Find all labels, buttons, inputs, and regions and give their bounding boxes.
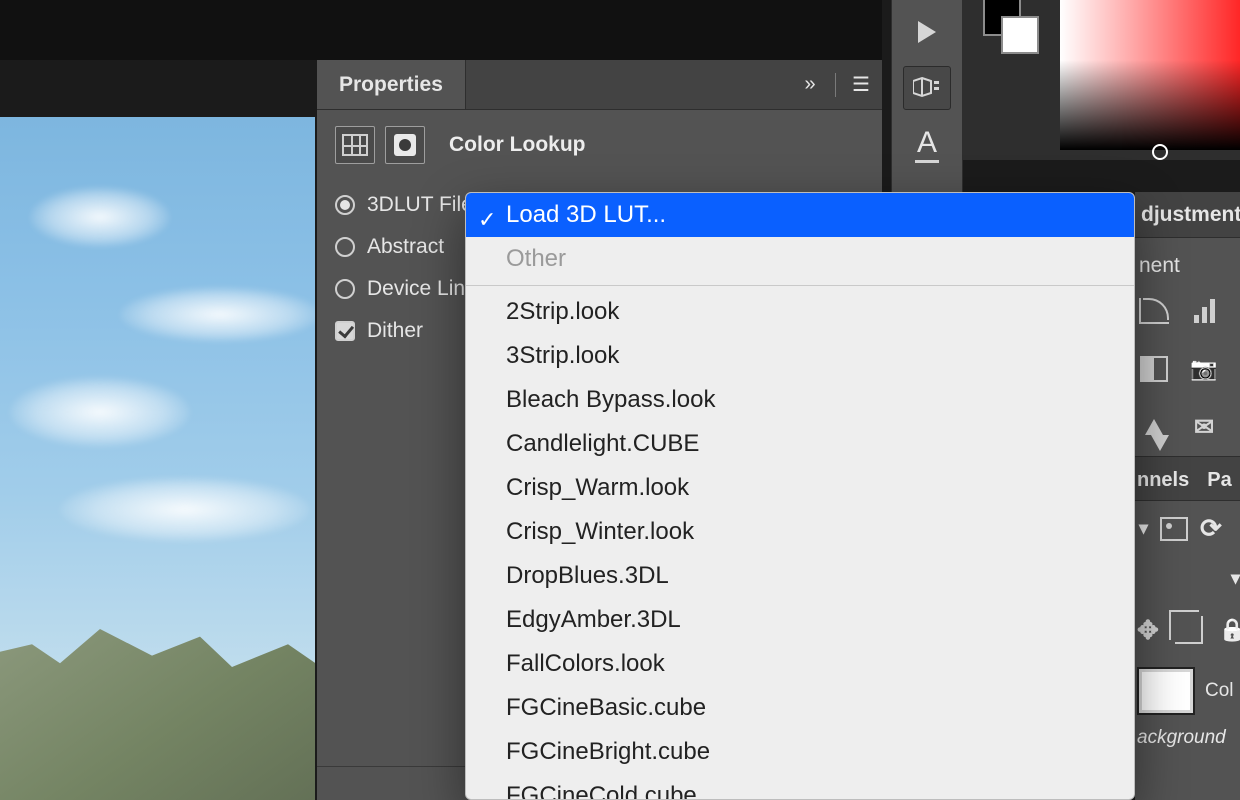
play-icon [918, 21, 936, 43]
image-thumb-icon[interactable] [1160, 517, 1188, 541]
type-tool-button[interactable]: A [903, 122, 951, 166]
chevron-down-icon: ▾ [1231, 568, 1240, 589]
dropdown-label: Candlelight.CUBE [506, 430, 699, 457]
chevron-down-icon: ▾ [1139, 518, 1148, 539]
check-icon: ✓ [478, 202, 496, 238]
dropdown-label: Crisp_Winter.look [506, 518, 694, 545]
color-picker-cursor-icon [1152, 144, 1168, 160]
dropdown-item[interactable]: FallColors.look [466, 642, 1134, 686]
dropdown-label: FGCineBright.cube [506, 738, 710, 765]
tab-paths[interactable]: Pa [1207, 469, 1231, 492]
adjustments-row-3 [1135, 398, 1240, 456]
radio-icon[interactable] [335, 237, 355, 257]
layer-label: Col [1205, 680, 1234, 702]
dropdown-item[interactable]: DropBlues.3DL [466, 554, 1134, 598]
background-swatch[interactable] [1001, 16, 1039, 54]
dropdown-item[interactable]: Bleach Bypass.look [466, 378, 1134, 422]
checkbox-icon[interactable] [335, 321, 355, 341]
dropdown-label: Crisp_Warm.look [506, 474, 689, 501]
right-tool-strip: A [891, 0, 963, 200]
app-top-bar [0, 0, 882, 60]
layer-color-lookup[interactable]: Col [1135, 659, 1240, 723]
adjustments-row-2 [1135, 340, 1240, 398]
play-button[interactable] [903, 10, 951, 54]
camera-icon[interactable] [1187, 354, 1221, 384]
dropdown-label: FallColors.look [506, 650, 665, 677]
adjustment-label: nent [1135, 238, 1240, 282]
option-label: Dither [367, 319, 423, 343]
dropdown-label: Bleach Bypass.look [506, 386, 715, 413]
tab-adjustments[interactable]: djustments [1135, 192, 1240, 238]
option-label: Abstract [367, 235, 444, 259]
radio-icon[interactable] [335, 279, 355, 299]
tab-channels[interactable]: nnels [1137, 469, 1189, 492]
dropdown-item[interactable]: FGCineBasic.cube [466, 686, 1134, 730]
panel-header: Color Lookup [317, 110, 882, 184]
dropdown-label: Other [506, 245, 566, 272]
curves-icon[interactable] [1137, 296, 1171, 326]
dropdown-item[interactable]: Crisp_Warm.look [466, 466, 1134, 510]
tab-properties[interactable]: Properties [317, 60, 466, 109]
layer-mask-icon[interactable] [385, 126, 425, 164]
dropdown-label: DropBlues.3DL [506, 562, 669, 589]
collapse-panel-icon[interactable]: » [789, 60, 831, 109]
bw-icon[interactable] [1137, 354, 1171, 384]
3d-panel-button[interactable] [903, 66, 951, 110]
color-field[interactable] [1060, 0, 1240, 150]
panel-title: Color Lookup [449, 133, 585, 157]
panel-menu-icon[interactable]: ☰ [840, 60, 882, 109]
cycle-icon[interactable] [1200, 513, 1222, 544]
dropdown-label: Load 3D LUT... [506, 201, 666, 228]
dropdown-label: 3Strip.look [506, 342, 619, 369]
move-icon[interactable] [1137, 615, 1159, 645]
dropdown-label: EdgyAmber.3DL [506, 606, 681, 633]
layer-thumbnail [1139, 669, 1193, 713]
layer-background[interactable]: ackground [1135, 723, 1240, 753]
lock-icon[interactable] [1219, 615, 1240, 645]
dropdown-item[interactable]: 2Strip.look [466, 290, 1134, 334]
foreground-background-swatches[interactable] [983, 0, 1037, 52]
layer-filter-row: ▾ [1135, 556, 1240, 601]
dropdown-item[interactable]: FGCineBright.cube [466, 730, 1134, 774]
3dlut-file-dropdown[interactable]: ✓ Load 3D LUT... Other 2Strip.look 3Stri… [465, 192, 1135, 800]
separator [835, 73, 836, 97]
cloud-decoration [120, 287, 315, 342]
dropdown-item-other: Other [466, 237, 1134, 281]
document-canvas[interactable] [0, 117, 315, 800]
cube-icon [913, 76, 941, 100]
blend-mode-dropdown[interactable]: ▾ [1135, 501, 1240, 556]
right-side-panels: djustments nent nnels Pa ▾ ▾ Col ackgrou… [1135, 192, 1240, 800]
layer-label: ackground [1137, 727, 1226, 749]
option-label: 3DLUT File [367, 193, 473, 217]
dropdown-item[interactable]: 3Strip.look [466, 334, 1134, 378]
radio-icon[interactable] [335, 195, 355, 215]
dropdown-item[interactable]: Candlelight.CUBE [466, 422, 1134, 466]
dropdown-item[interactable]: FGCineCold.cube [466, 774, 1134, 800]
cloud-decoration [60, 477, 310, 542]
dropdown-divider [466, 285, 1134, 286]
cloud-decoration [10, 377, 190, 447]
layer-tools-row [1135, 601, 1240, 659]
dropdown-label: FGCineBasic.cube [506, 694, 706, 721]
lut-grid-icon[interactable] [335, 126, 375, 164]
dropdown-item-load-3d-lut[interactable]: ✓ Load 3D LUT... [466, 193, 1134, 237]
dropdown-item[interactable]: EdgyAmber.3DL [466, 598, 1134, 642]
dropdown-item[interactable]: Crisp_Winter.look [466, 510, 1134, 554]
cloud-decoration [30, 187, 170, 247]
adjustments-row-1 [1135, 282, 1240, 340]
crop-icon[interactable] [1175, 615, 1203, 645]
posterize-icon[interactable] [1137, 412, 1171, 442]
levels-plus-icon[interactable] [1187, 296, 1221, 326]
option-label: Device Link [367, 277, 476, 301]
mountain-decoration [0, 610, 315, 800]
color-panel [963, 0, 1240, 160]
envelope-icon[interactable] [1187, 412, 1221, 442]
panel-tab-row: Properties » ☰ [317, 60, 882, 110]
type-icon: A [915, 126, 939, 163]
dropdown-label: FGCineCold.cube [506, 782, 697, 800]
dropdown-label: 2Strip.look [506, 298, 619, 325]
